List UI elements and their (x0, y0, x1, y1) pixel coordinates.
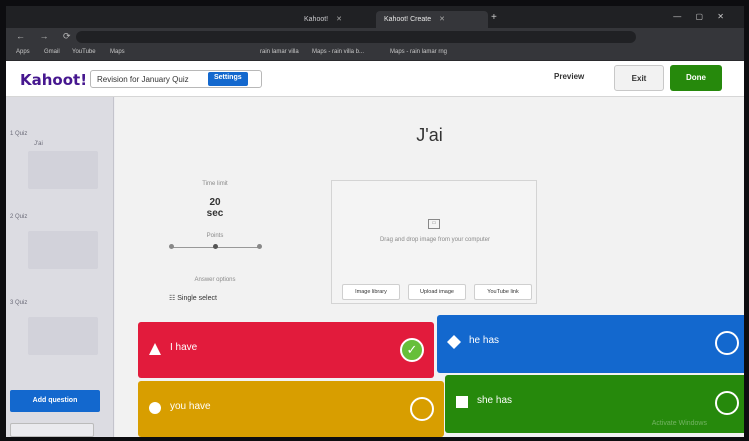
list-icon: ☷ (169, 295, 178, 302)
square-icon (456, 396, 468, 408)
tab-label: Kahoot! (304, 16, 329, 23)
done-button[interactable]: Done (670, 65, 722, 91)
answer-text[interactable]: I have (170, 342, 197, 353)
points-slider-dot[interactable] (169, 244, 174, 249)
triangle-icon (149, 343, 161, 355)
answer-tile-red[interactable]: I have ✓ (138, 322, 434, 378)
quiz-title-text: Revision for January Quiz (97, 75, 189, 84)
browser-tab-active[interactable]: Kahoot! Create ✕ (376, 11, 488, 28)
browser-tab-bar: Kahoot! ✕ Kahoot! Create ✕ + — ▢ ✕ (6, 6, 744, 28)
time-limit-value[interactable]: 20 sec (155, 197, 275, 219)
preview-button[interactable]: Preview (554, 72, 584, 81)
bookmark-item[interactable]: YouTube (72, 49, 96, 55)
question-settings-panel: Time limit 20 sec Points Answer options … (155, 181, 275, 311)
time-limit-label: Time limit (202, 181, 228, 187)
address-bar: ← → ⟳ (6, 28, 744, 46)
image-icon: ▭ (428, 219, 440, 229)
answer-text[interactable]: she has (477, 395, 512, 406)
circle-icon (149, 402, 161, 414)
correct-check-icon[interactable]: ✓ (400, 338, 424, 362)
browser-tab[interactable]: Kahoot! ✕ (296, 11, 374, 28)
sidebar-secondary-button[interactable] (10, 423, 94, 437)
url-input[interactable] (76, 31, 636, 43)
nav-buttons[interactable]: ← → ⟳ (16, 31, 77, 42)
bookmark-item[interactable]: rain lamar villa (260, 49, 299, 55)
answer-text[interactable]: he has (469, 335, 499, 346)
screen: Kahoot! ✕ Kahoot! Create ✕ + — ▢ ✕ ← → ⟳ A… (6, 6, 744, 437)
time-unit: sec (206, 208, 224, 219)
settings-button[interactable]: Settings (208, 72, 248, 86)
windows-watermark: Activate Windows (651, 420, 707, 427)
correct-toggle[interactable] (715, 391, 739, 415)
answer-options-select[interactable]: ☷ Single select (169, 294, 265, 302)
sidebar-item-label[interactable]: 3 Quiz (10, 300, 110, 306)
question-title: J'ai (416, 125, 443, 145)
answer-tile-yellow[interactable]: you have (138, 381, 444, 437)
answer-tile-green[interactable]: she has Activate Windows (445, 375, 744, 433)
sidebar-item-label[interactable]: 2 Quiz (10, 214, 110, 220)
sidebar-item-label[interactable]: 1 Quiz (10, 131, 110, 137)
exit-button[interactable]: Exit (614, 65, 664, 91)
upload-image-button[interactable]: Upload image (408, 284, 466, 300)
question-thumbnail[interactable] (28, 151, 98, 189)
media-dropzone[interactable]: ▭ Drag and drop image from your computer… (331, 180, 537, 304)
bookmark-item[interactable]: Maps - rain lamar rng (390, 49, 447, 55)
kahoot-header: Kahoot! Revision for January Quiz Settin… (6, 61, 744, 97)
bookmark-item[interactable]: Maps (110, 49, 125, 55)
question-thumbnail[interactable] (28, 317, 98, 355)
bookmarks-bar: Apps Gmail YouTube Maps rain lamar villa… (6, 46, 744, 61)
kahoot-logo[interactable]: Kahoot! (20, 71, 87, 89)
correct-toggle[interactable] (715, 331, 739, 355)
answer-tile-blue[interactable]: he has (437, 315, 744, 373)
youtube-link-button[interactable]: YouTube link (474, 284, 532, 300)
bookmark-item[interactable]: Apps (16, 49, 30, 55)
new-tab-icon[interactable]: + (491, 12, 497, 23)
time-value: 20 (209, 197, 221, 208)
points-slider-dot[interactable] (257, 244, 262, 249)
question-thumbnail[interactable] (28, 231, 98, 269)
bookmark-item[interactable]: Gmail (44, 49, 60, 55)
tab-label: Kahoot! Create (384, 16, 432, 23)
question-title-field[interactable]: J'ai (115, 123, 744, 148)
answer-options-value: Single select (177, 295, 217, 302)
question-editor: J'ai Time limit 20 sec Points Answer opt… (115, 97, 744, 437)
add-question-button[interactable]: Add question (10, 390, 100, 412)
correct-toggle[interactable] (410, 397, 434, 421)
answer-options-label: Answer options (194, 277, 236, 283)
image-library-button[interactable]: Image library (342, 284, 400, 300)
bookmark-item[interactable]: Maps - rain villa b... (312, 49, 364, 55)
points-label: Points (206, 233, 224, 239)
close-icon[interactable]: ✕ (439, 16, 445, 23)
question-sidebar: 1 Quiz J'ai 2 Quiz 3 Quiz Add question (6, 97, 114, 437)
media-hint: Drag and drop image from your computer (379, 237, 491, 243)
close-icon[interactable]: ✕ (336, 16, 342, 23)
answer-text[interactable]: you have (170, 401, 211, 412)
points-slider-handle[interactable] (213, 244, 218, 249)
window-controls[interactable]: — ▢ ✕ (673, 12, 730, 21)
diamond-icon (447, 335, 461, 349)
